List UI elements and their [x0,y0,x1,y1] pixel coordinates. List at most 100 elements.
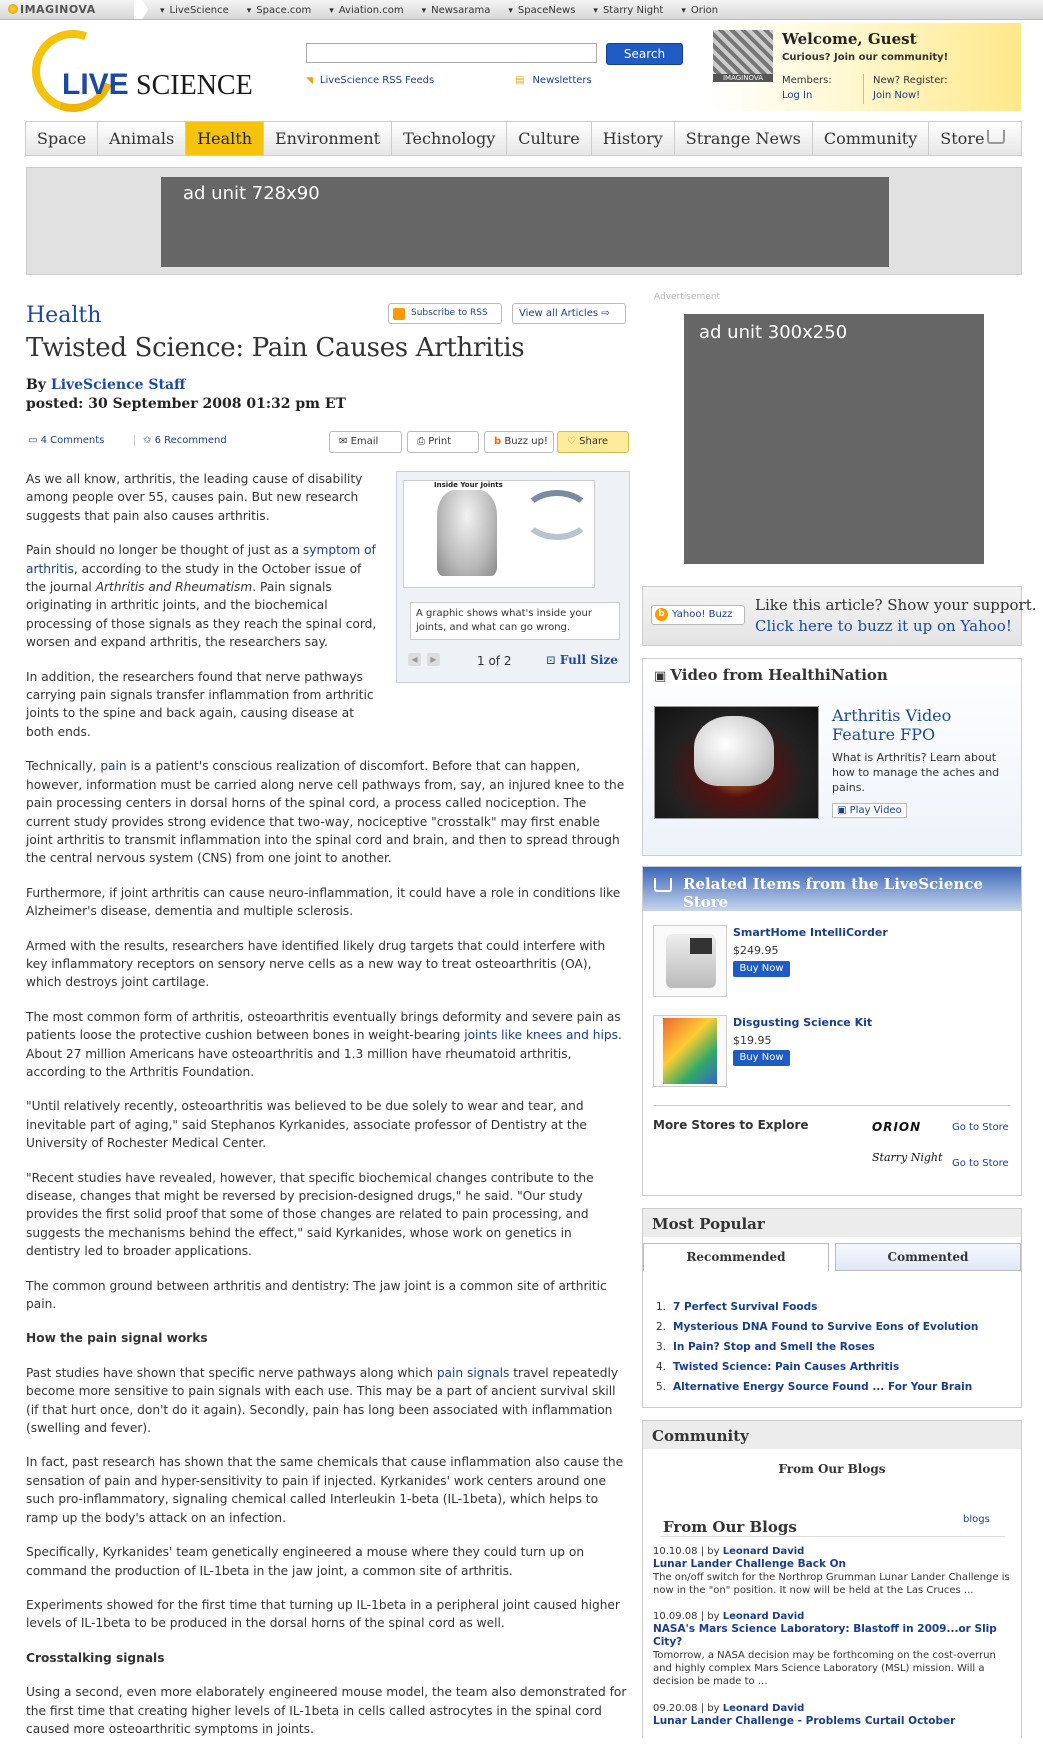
comments-link[interactable]: 4 Comments [28,435,105,446]
blog-title-link[interactable]: NASA's Mars Science Laboratory: Blastoff… [653,1623,1013,1649]
play-video-button[interactable]: ▣ Play Video [832,803,907,818]
popular-article-link[interactable]: In Pain? Stop and Smell the Roses [673,1341,875,1353]
orion-logo[interactable]: ORION [872,1120,921,1134]
article-subheading: Crosstalking signals [26,1650,165,1665]
author-link[interactable]: LiveScience Staff [51,377,186,393]
article-paragraph: In fact, past research has shown that th… [26,1455,624,1525]
starry-night-logo[interactable]: Starry Night [872,1151,942,1164]
tab-commented[interactable]: Commented [835,1243,1021,1271]
starry-night-go-to-store-link[interactable]: Go to Store [952,1158,1009,1169]
email-button[interactable]: ✉ Email [329,431,402,453]
blog-title-link[interactable]: Lunar Lander Challenge - Problems Curtai… [653,1715,1013,1728]
list-item: 5. Alternative Energy Source Found ... Fo… [656,1377,978,1397]
nav-item-community[interactable]: Community [813,122,930,155]
buy-now-button[interactable]: Buy Now [733,1050,790,1066]
view-all-articles-button[interactable]: View all Articles ⇨ [512,303,626,324]
blog-by: | by [700,1703,723,1714]
blog-by: | by [700,1611,723,1622]
nav-item-culture[interactable]: Culture [507,122,592,155]
video-title-link[interactable]: Arthritis Video Feature FPO [832,706,1012,744]
divider [660,1536,1005,1537]
nav-item-strange-news[interactable]: Strange News [675,122,813,155]
network-site-link[interactable]: Orion [681,5,718,16]
blog-author-link[interactable]: Leonard David [723,1611,805,1622]
nav-item-animals[interactable]: Animals [98,122,187,155]
buzz-it-up-link[interactable]: Click here to buzz it up on Yahoo! [755,617,1012,635]
search-input[interactable] [306,43,597,63]
join-now-link[interactable]: Join Now! [873,90,920,101]
network-site-link[interactable]: LiveScience [160,5,229,16]
buzz-up-button[interactable]: b Buzz up! [484,431,554,453]
list-item: 4. Twisted Science: Pain Causes Arthritis [656,1357,978,1377]
blogs-tab-link[interactable]: blogs [963,1514,990,1525]
pain-link[interactable]: pain [100,759,126,773]
heart-icon: ♡ [567,436,576,447]
community-subtitle: From Our Blogs [778,1462,886,1476]
imaginova-sun-icon [8,4,18,14]
nav-item-store[interactable]: Store [929,122,995,155]
rss-feeds-link[interactable]: LiveScience RSS Feeds [306,75,434,86]
nav-item-technology[interactable]: Technology [392,122,508,155]
posted-date: posted: 30 September 2008 01:32 pm ET [26,396,346,412]
product-price: $19.95 [733,1034,772,1047]
popular-article-link[interactable]: 7 Perfect Survival Foods [673,1301,817,1313]
cart-icon[interactable] [987,130,1005,144]
article-paragraph: Armed with the results, researchers have… [26,938,606,990]
popular-article-link[interactable]: Mysterious DNA Found to Survive Eons of … [673,1321,978,1333]
popular-article-link[interactable]: Twisted Science: Pain Causes Arthritis [673,1361,899,1373]
joints-link[interactable]: joints like knees and hips [464,1028,618,1042]
popular-article-link[interactable]: Alternative Energy Source Found ... For … [673,1381,972,1393]
product-name-link[interactable]: SmartHome IntelliCorder [733,926,888,939]
imaginova-brand: IMAGINOVA [20,3,96,16]
subscribe-rss-button[interactable]: Subscribe to RSS [388,303,502,324]
byline: By LiveScience Staff [26,377,186,393]
nav-item-health[interactable]: Health [186,122,264,155]
blog-date: 10.09.08 [653,1611,698,1622]
orion-go-to-store-link[interactable]: Go to Store [952,1122,1009,1133]
nav-item-environment[interactable]: Environment [264,122,393,155]
article-body: As we all know, arthritis, the leading c… [26,470,630,1754]
leaderboard-ad[interactable]: ad unit 728x90 [161,177,889,267]
section-title[interactable]: Health [26,303,101,328]
network-site-link[interactable]: Newsarama [422,5,490,16]
yahoo-buzz-icon: b [494,436,502,447]
sidebar-ad[interactable]: ad unit 300x250 [684,314,984,564]
nav-item-history[interactable]: History [592,122,675,155]
blog-meta: 10.10.08 | by Leonard David [653,1545,1013,1558]
blog-entry: 09.20.08 | by Leonard David Lunar Lander… [653,1702,1013,1728]
share-button[interactable]: ♡ Share [557,431,629,453]
print-button[interactable]: ⎙ Print [407,431,479,453]
network-site-link[interactable]: Space.com [247,5,311,16]
article-paragraph: Furthermore, if joint arthritis can caus… [26,885,621,919]
login-link[interactable]: Log In [782,90,812,101]
yahoo-buzz-icon: b [655,608,668,621]
pain-signals-link[interactable]: pain signals [437,1366,510,1380]
site-logo[interactable]: LIVE SCIENCE [62,68,253,102]
blog-author-link[interactable]: Leonard David [723,1703,805,1714]
blog-entry: 10.10.08 | by Leonard David Lunar Lander… [653,1545,1013,1597]
product-name-link[interactable]: Disgusting Science Kit [733,1016,872,1029]
network-site-link[interactable]: Aviation.com [329,5,404,16]
tab-recommended[interactable]: Recommended [643,1243,829,1271]
search-button[interactable]: Search [606,43,683,65]
blog-excerpt: Tomorrow, a NASA decision may be forthco… [653,1650,996,1687]
network-site-link[interactable]: Starry Night [593,5,663,16]
recommend-link[interactable]: 6 Recommend [134,435,227,446]
network-site-link[interactable]: SpaceNews [508,5,576,16]
buzz-label: Buzz up! [504,436,548,447]
text-span: is a patient's conscious realization of … [26,759,625,866]
blog-title-link[interactable]: Lunar Lander Challenge Back On [653,1558,1013,1571]
blog-author-link[interactable]: Leonard David [723,1546,805,1557]
view-all-label: View all Articles [519,308,599,319]
imaginova-logo[interactable]: IMAGINOVA [8,3,96,16]
network-bar: IMAGINOVA LiveScience Space.com Aviation… [0,0,1043,20]
list-number: 2. [656,1321,667,1333]
welcome-title: Welcome, Guest [782,30,917,48]
nav-item-space[interactable]: Space [26,122,99,155]
popular-list: 1. 7 Perfect Survival Foods 2. Mysterious … [656,1297,978,1397]
arrow-right-icon: ⇨ [601,308,610,319]
blog-excerpt: The on/off switch for the Northrop Grumm… [653,1572,1010,1596]
newsletters-link[interactable]: Newsletters [515,75,591,86]
text-span: Pain should no longer be thought of just… [26,543,303,558]
buy-now-button[interactable]: Buy Now [733,961,790,977]
